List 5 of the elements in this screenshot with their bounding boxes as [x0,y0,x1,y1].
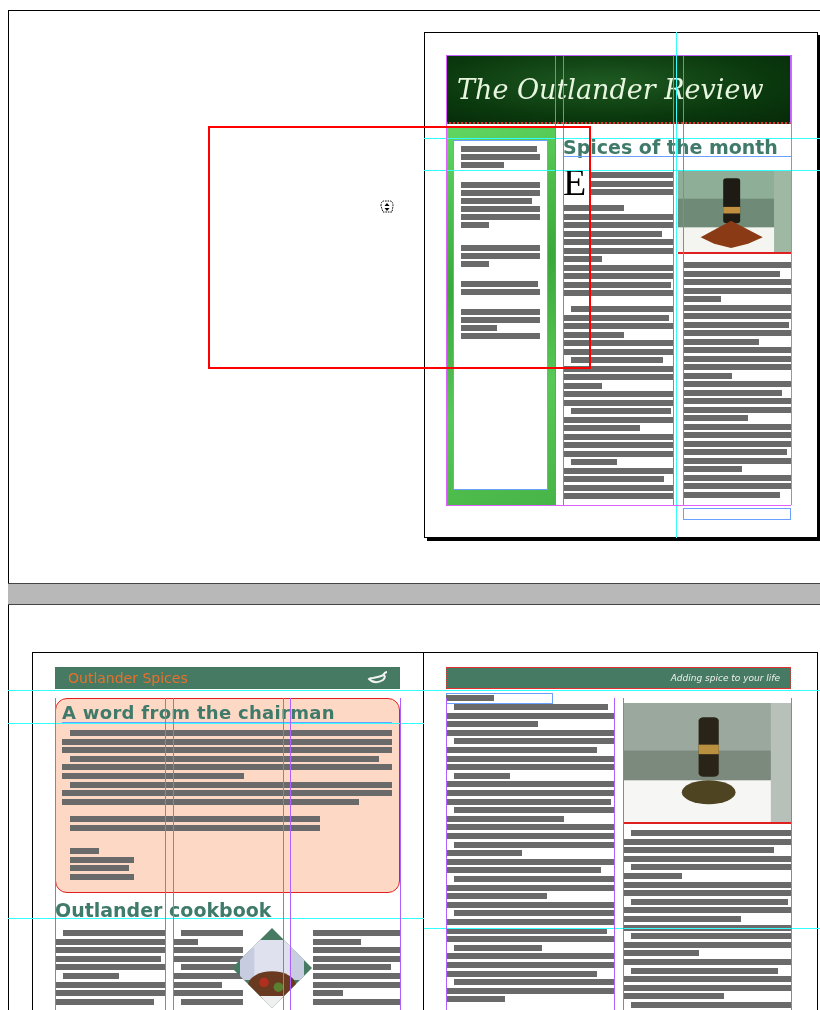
greeked-text-drawing [446,695,494,702]
tagline: Adding spice to your life [670,673,780,683]
banner-title: Outlander Spices [68,670,188,686]
hand-cursor-icon [378,198,396,216]
chili-pepper-icon [367,670,389,686]
